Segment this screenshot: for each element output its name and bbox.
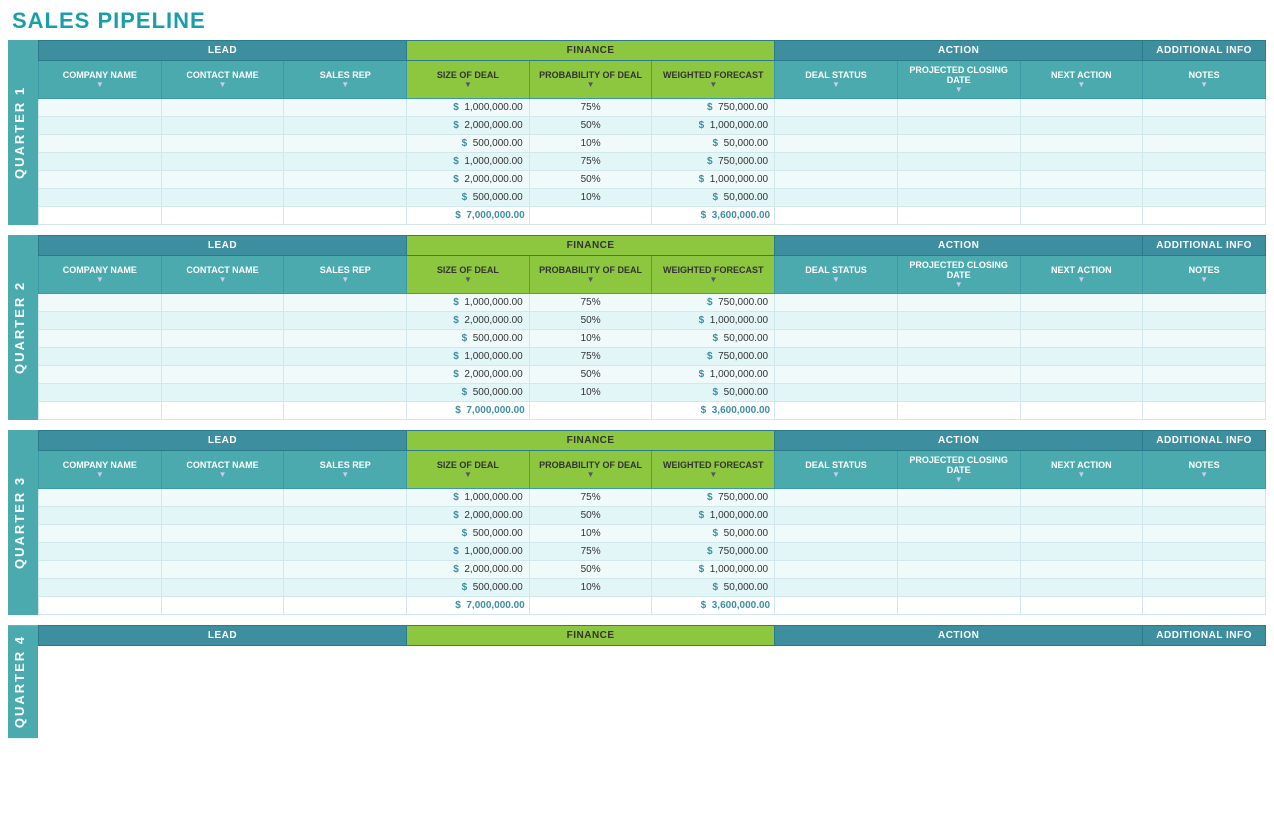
- table-row: $ 500,000.0010%$ 50,000.00: [39, 384, 1266, 402]
- table-row: $ 500,000.0010%$ 50,000.00: [39, 135, 1266, 153]
- quarter-label-q1: QUARTER 1: [8, 40, 38, 225]
- quarter-section-q1: QUARTER 1LEADFINANCEACTIONADDITIONAL INF…: [8, 40, 1266, 225]
- addinfo-cat-header: ADDITIONAL INFO: [1143, 626, 1266, 646]
- col-header-row-q2: COMPANY NAME▼CONTACT NAME▼SALES REP▼SIZE…: [39, 256, 1266, 294]
- col-header-row-q1: COMPANY NAME▼CONTACT NAME▼SALES REP▼SIZE…: [39, 61, 1266, 99]
- cat-header-row-q3: LEADFINANCEACTIONADDITIONAL INFO: [39, 431, 1266, 451]
- cat-header-row-q2: LEADFINANCEACTIONADDITIONAL INFO: [39, 236, 1266, 256]
- table-row: $ 500,000.0010%$ 50,000.00: [39, 525, 1266, 543]
- table-row: $ 1,000,000.0075%$ 750,000.00: [39, 99, 1266, 117]
- table-row: $ 1,000,000.0075%$ 750,000.00: [39, 348, 1266, 366]
- table-row: $ 2,000,000.0050%$ 1,000,000.00: [39, 117, 1266, 135]
- quarter-label-q2: QUARTER 2: [8, 235, 38, 420]
- table-row: $ 2,000,000.0050%$ 1,000,000.00: [39, 366, 1266, 384]
- page-title: SALES PIPELINE: [0, 0, 1274, 40]
- table-row: $ 1,000,000.0075%$ 750,000.00: [39, 294, 1266, 312]
- table-row: $ 2,000,000.0050%$ 1,000,000.00: [39, 312, 1266, 330]
- table-row: $ 2,000,000.0050%$ 1,000,000.00: [39, 171, 1266, 189]
- quarter-4-partial: QUARTER 4 LEAD FINANCE ACTION ADDITIONAL…: [8, 625, 1266, 738]
- quarter-label-q3: QUARTER 3: [8, 430, 38, 615]
- table-row: $ 2,000,000.0050%$ 1,000,000.00: [39, 561, 1266, 579]
- cat-header-row-q1: LEADFINANCEACTIONADDITIONAL INFO: [39, 41, 1266, 61]
- action-cat-header: ACTION: [775, 626, 1143, 646]
- col-header-row-q3: COMPANY NAME▼CONTACT NAME▼SALES REP▼SIZE…: [39, 451, 1266, 489]
- category-header-row: LEAD FINANCE ACTION ADDITIONAL INFO: [39, 626, 1266, 646]
- table-row: $ 1,000,000.0075%$ 750,000.00: [39, 489, 1266, 507]
- table-row: $ 500,000.0010%$ 50,000.00: [39, 189, 1266, 207]
- table-row: $ 500,000.0010%$ 50,000.00: [39, 579, 1266, 597]
- finance-cat-header: FINANCE: [407, 626, 775, 646]
- total-row: $ 7,000,000.00$ 3,600,000.00: [39, 402, 1266, 420]
- total-row: $ 7,000,000.00$ 3,600,000.00: [39, 207, 1266, 225]
- quarter-section-q3: QUARTER 3LEADFINANCEACTIONADDITIONAL INF…: [8, 430, 1266, 615]
- table-row: $ 2,000,000.0050%$ 1,000,000.00: [39, 507, 1266, 525]
- total-row: $ 7,000,000.00$ 3,600,000.00: [39, 597, 1266, 615]
- table-row: $ 500,000.0010%$ 50,000.00: [39, 330, 1266, 348]
- quarter-label-q4: QUARTER 4: [8, 625, 38, 738]
- table-row: $ 1,000,000.0075%$ 750,000.00: [39, 543, 1266, 561]
- lead-cat-header: LEAD: [39, 626, 407, 646]
- quarter-section-q2: QUARTER 2LEADFINANCEACTIONADDITIONAL INF…: [8, 235, 1266, 420]
- table-row: $ 1,000,000.0075%$ 750,000.00: [39, 153, 1266, 171]
